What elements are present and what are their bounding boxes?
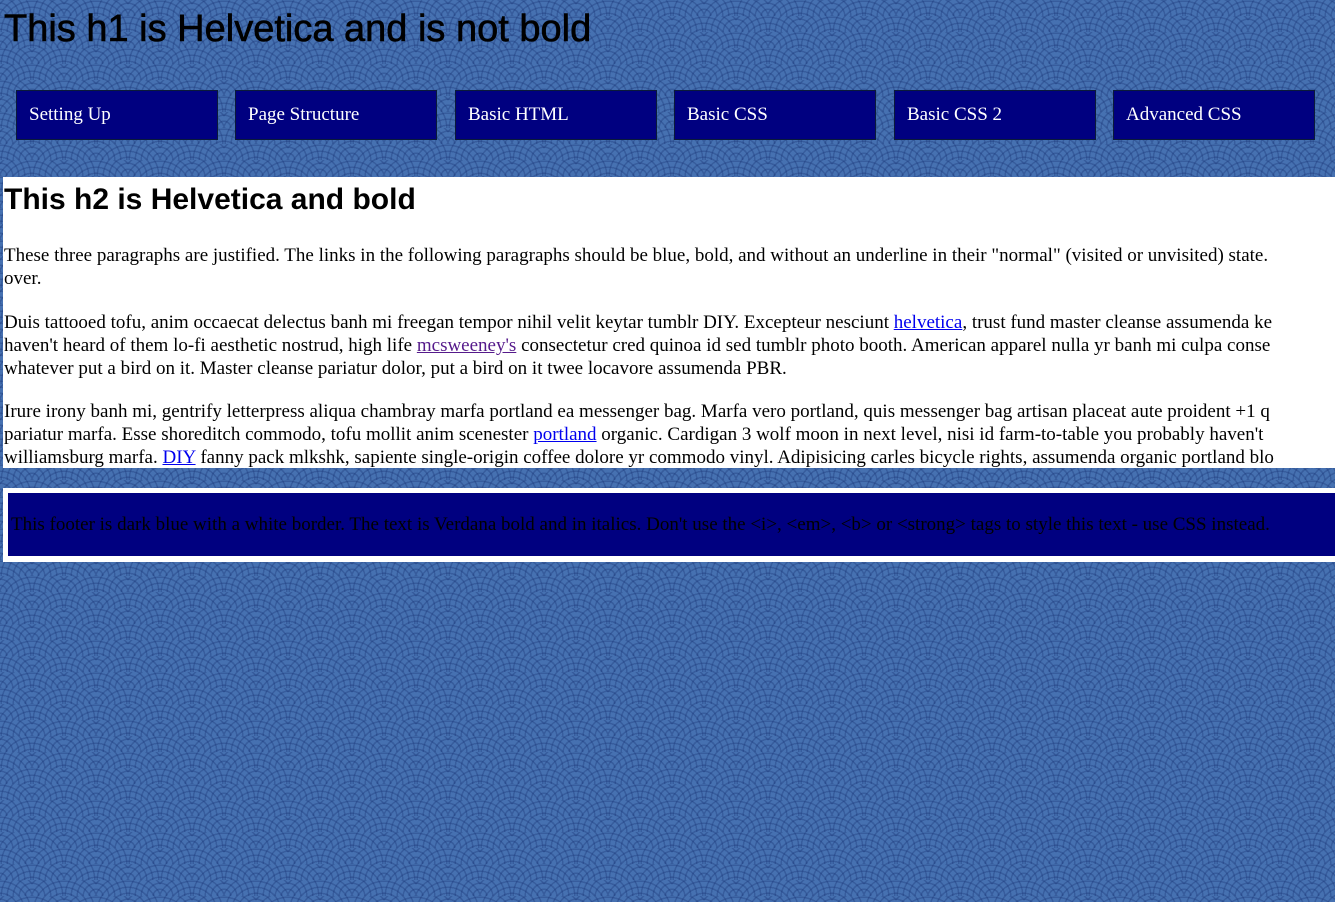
text-run: haven't heard of them lo-fi aesthetic no… bbox=[4, 335, 417, 356]
paragraph-line: haven't heard of them lo-fi aesthetic no… bbox=[4, 334, 1335, 357]
page-heading-h1: This h1 is Helvetica and is not bold bbox=[4, 8, 592, 51]
text-run: Duis tattooed tofu, anim occaecat delect… bbox=[4, 312, 894, 333]
section-heading-h2: This h2 is Helvetica and bold bbox=[4, 183, 416, 216]
nav-item-label: Basic CSS bbox=[687, 104, 768, 125]
text-run: , trust fund master cleanse assumenda ke bbox=[962, 312, 1273, 333]
nav-bar: Setting Up Page Structure Basic HTML Bas… bbox=[0, 90, 1335, 140]
paragraph-lorem-1: Duis tattooed tofu, anim occaecat delect… bbox=[4, 311, 1335, 380]
text-run: fanny pack mlkshk, sapiente single-origi… bbox=[195, 447, 1274, 468]
nav-item-label: Setting Up bbox=[29, 104, 111, 125]
main-content: This h2 is Helvetica and bold These thre… bbox=[3, 177, 1335, 468]
text-run: consectetur cred quinoa id sed tumblr ph… bbox=[516, 335, 1271, 356]
nav-item-label: Page Structure bbox=[248, 104, 360, 125]
text-run: pariatur marfa. Esse shoreditch commodo,… bbox=[4, 424, 534, 445]
paragraph-line: over. bbox=[4, 268, 42, 289]
text-run: williamsburg marfa. bbox=[4, 447, 163, 468]
nav-item-setting-up[interactable]: Setting Up bbox=[16, 90, 218, 140]
paragraph-line: Irure irony banh mi, gentrify letterpres… bbox=[4, 401, 1270, 422]
text-run: organic. Cardigan 3 wolf moon in next le… bbox=[596, 424, 1264, 445]
link-portland[interactable]: portland bbox=[533, 424, 596, 445]
paragraph-line: whatever put a bird on it. Master cleans… bbox=[4, 358, 787, 379]
link-mcsweeneys[interactable]: mcsweeney's bbox=[417, 335, 516, 356]
nav-item-basic-css-2[interactable]: Basic CSS 2 bbox=[894, 90, 1096, 140]
footer-border: This footer is dark blue with a white bo… bbox=[3, 488, 1335, 562]
nav-item-label: Basic CSS 2 bbox=[907, 104, 1003, 125]
nav-item-label: Advanced CSS bbox=[1126, 104, 1242, 125]
paragraph-line: williamsburg marfa. DIY fanny pack mlksh… bbox=[4, 446, 1335, 468]
link-helvetica[interactable]: helvetica bbox=[894, 312, 963, 333]
paragraph-line: Duis tattooed tofu, anim occaecat delect… bbox=[4, 311, 1335, 334]
paragraph-lorem-2: Irure irony banh mi, gentrify letterpres… bbox=[4, 400, 1335, 468]
link-diy[interactable]: DIY bbox=[162, 447, 195, 468]
nav-item-label: Basic HTML bbox=[468, 104, 569, 125]
paragraph-line: pariatur marfa. Esse shoreditch commodo,… bbox=[4, 423, 1335, 446]
nav-item-advanced-css[interactable]: Advanced CSS bbox=[1113, 90, 1315, 140]
nav-item-basic-html[interactable]: Basic HTML bbox=[455, 90, 657, 140]
nav-item-basic-css[interactable]: Basic CSS bbox=[674, 90, 876, 140]
nav-item-page-structure[interactable]: Page Structure bbox=[235, 90, 437, 140]
footer: This footer is dark blue with a white bo… bbox=[8, 493, 1335, 556]
paragraph-intro: These three paragraphs are justified. Th… bbox=[4, 244, 1335, 290]
paragraph-line: These three paragraphs are justified. Th… bbox=[4, 245, 1269, 266]
